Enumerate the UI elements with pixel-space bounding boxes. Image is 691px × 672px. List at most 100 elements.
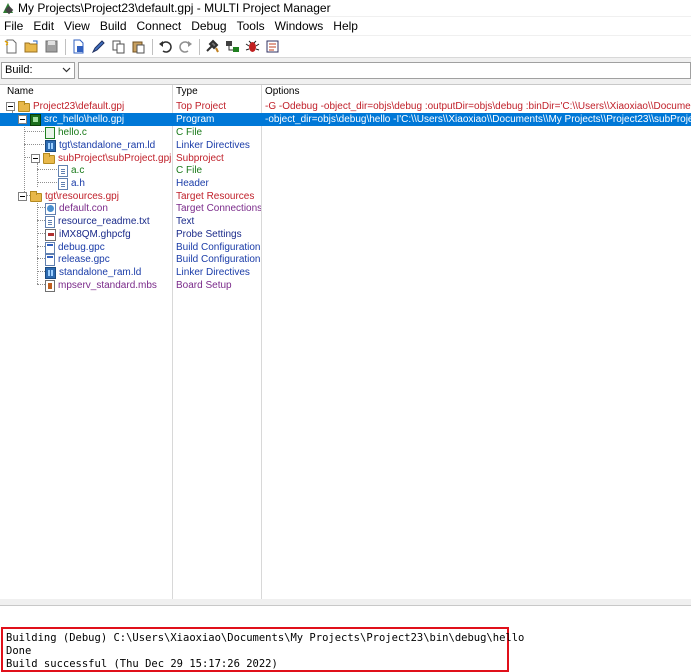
tree-item-label: src_hello\hello.gpj [44, 114, 125, 125]
menu-bar: File Edit View Build Connect Debug Tools… [0, 17, 691, 35]
menu-view[interactable]: View [59, 19, 95, 33]
configure-icon[interactable] [263, 37, 282, 56]
window-title: My Projects\Project23\default.gpj - MULT… [18, 1, 331, 15]
toolbar-separator [65, 38, 66, 55]
build-select[interactable]: Build: [1, 61, 75, 79]
menu-help[interactable]: Help [328, 19, 363, 33]
column-header-name[interactable]: Name [4, 85, 34, 98]
linker-file-icon [45, 266, 56, 279]
column-header-type[interactable]: Type [173, 85, 198, 98]
tree-item-label: standalone_ram.ld [59, 267, 142, 278]
tree-item-label: release.gpc [58, 254, 110, 265]
menu-build[interactable]: Build [95, 19, 132, 33]
menu-edit[interactable]: Edit [28, 19, 59, 33]
output-line: Done [6, 645, 32, 657]
build-tools-icon[interactable] [203, 37, 222, 56]
build-command-input[interactable] [78, 61, 691, 79]
tree-item-label: hello.c [58, 127, 87, 138]
tree-item-type: Text [176, 216, 195, 227]
probe-file-icon [45, 228, 56, 241]
toolbar-separator [199, 38, 200, 55]
save-icon[interactable] [42, 37, 61, 56]
open-folder-icon[interactable] [22, 37, 41, 56]
tree-item-label: a.h [71, 178, 85, 189]
tree-row-file[interactable]: a.h Header [0, 177, 691, 190]
multi-app-icon [2, 2, 14, 14]
tree-row-file[interactable]: mpserv_standard.mbs Board Setup [0, 279, 691, 292]
folder-icon [43, 152, 55, 164]
collapse-toggle[interactable] [18, 192, 27, 201]
tree-item-options: -G -Odebug -object_dir=objs\debug :outpu… [265, 101, 691, 112]
chevron-down-icon [60, 64, 72, 76]
tree-item-type: Top Project [176, 101, 227, 112]
menu-tools[interactable]: Tools [232, 19, 270, 33]
menu-windows[interactable]: Windows [270, 19, 329, 33]
tree-item-type: Board Setup [176, 280, 232, 291]
text-file-icon [45, 215, 55, 228]
copy-icon[interactable] [109, 37, 128, 56]
tree-item-type: Program [176, 114, 215, 125]
debug-bug-icon[interactable] [243, 37, 262, 56]
paste-icon[interactable] [129, 37, 148, 56]
header-file-icon [58, 177, 68, 190]
column-header-options[interactable]: Options [262, 85, 299, 98]
build-select-label: Build: [5, 64, 33, 76]
tree-item-type: C File [176, 165, 203, 176]
redo-icon[interactable] [176, 37, 195, 56]
menu-file[interactable]: File [0, 19, 28, 33]
tree-item-label: resource_readme.txt [58, 216, 150, 227]
tree-row-file[interactable]: tgt\standalone_ram.ld Linker Directives [0, 139, 691, 152]
project-tree-panel: Name Type Options Project23\default.gpj … [0, 84, 691, 599]
tree-item-label: iMX8QM.ghpcfg [59, 229, 131, 240]
edit-icon[interactable] [89, 37, 108, 56]
tree-item-label: tgt\standalone_ram.ld [59, 140, 156, 151]
c-file-icon [58, 164, 68, 177]
board-file-icon [45, 279, 55, 292]
c-file-icon [45, 126, 55, 139]
config-file-icon [45, 253, 55, 266]
tree-row-file[interactable]: hello.c C File [0, 126, 691, 139]
tree-item-type: Target Connections [176, 203, 261, 214]
add-file-icon[interactable] [69, 37, 88, 56]
toolbar-separator [152, 38, 153, 55]
tree-item-type: Build Configuration [176, 254, 261, 265]
tree-item-type: Linker Directives [176, 267, 250, 278]
title-bar: My Projects\Project23\default.gpj - MULT… [0, 0, 691, 16]
build-output-highlight: Building (Debug) C:\Users\Xiaoxiao\Docum… [1, 627, 525, 672]
undo-icon[interactable] [156, 37, 175, 56]
tree-row-file[interactable]: a.c C File [0, 164, 691, 177]
new-file-icon[interactable] [2, 37, 21, 56]
tree-item-type: Header [176, 178, 209, 189]
folder-icon [30, 190, 42, 202]
tree-row-file[interactable]: release.gpc Build Configuration [0, 253, 691, 266]
collapse-toggle[interactable] [18, 115, 27, 124]
tree-item-type: Linker Directives [176, 140, 250, 151]
output-line: Building (Debug) C:\Users\Xiaoxiao\Docum… [6, 632, 525, 644]
folder-icon [18, 100, 30, 112]
linker-file-icon [45, 139, 56, 152]
config-file-icon [45, 241, 55, 254]
tree-item-type: Probe Settings [176, 229, 242, 240]
collapse-toggle[interactable] [6, 102, 15, 111]
tree-item-label: a.c [71, 165, 85, 176]
tree-row-file[interactable]: iMX8QM.ghpcfg Probe Settings [0, 228, 691, 241]
tree-row-file[interactable]: resource_readme.txt Text [0, 215, 691, 228]
toolbar [0, 36, 691, 58]
program-icon [30, 113, 41, 126]
tree-item-label: mpserv_standard.mbs [58, 280, 157, 291]
menu-connect[interactable]: Connect [132, 19, 187, 33]
menu-debug[interactable]: Debug [186, 19, 231, 33]
tree-row-top-project[interactable]: Project23\default.gpj Top Project -G -Od… [0, 100, 691, 113]
tree-row-file[interactable]: standalone_ram.ld Linker Directives [0, 266, 691, 279]
tree-item-type: C File [176, 127, 203, 138]
tree-row-file[interactable]: default.con Target Connections [0, 202, 691, 215]
collapse-toggle[interactable] [31, 154, 40, 163]
tree-row-program[interactable]: src_hello\hello.gpj Program -object_dir=… [0, 113, 691, 126]
build-bar: Build: [0, 61, 691, 79]
tree-item-label: default.con [59, 203, 108, 214]
connection-file-icon [45, 202, 56, 215]
build-output-pane: Building (Debug) C:\Users\Xiaoxiao\Docum… [0, 605, 691, 672]
connect-icon[interactable] [223, 37, 242, 56]
output-line: Build successful (Thu Dec 29 15:17:26 20… [6, 658, 278, 670]
tree-item-label: Project23\default.gpj [33, 101, 125, 112]
